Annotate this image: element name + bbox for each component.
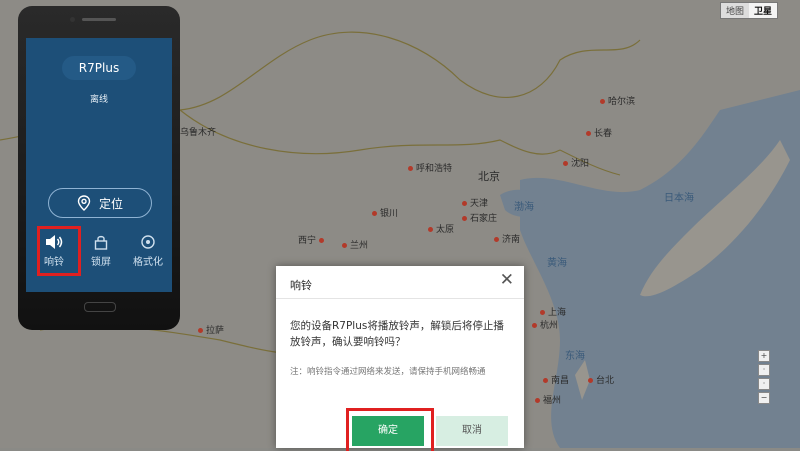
home-button bbox=[84, 302, 116, 312]
map-zoom-control[interactable]: + · · − bbox=[758, 350, 770, 406]
city-label: 拉萨 bbox=[198, 323, 224, 336]
city-label: 太原 bbox=[428, 222, 454, 235]
city-label: 哈尔滨 bbox=[600, 94, 635, 107]
dialog-divider bbox=[276, 298, 524, 299]
camera-icon bbox=[70, 17, 75, 22]
locate-label: 定位 bbox=[98, 196, 123, 211]
phone-frame: R7Plus 离线 定位 响铃 锁屏 格式化 bbox=[18, 6, 180, 330]
ring-highlight-box bbox=[37, 226, 81, 276]
city-label: 呼和浩特 bbox=[408, 161, 452, 174]
sea-label: 黄海 bbox=[547, 258, 567, 269]
city-label: 沈阳 bbox=[563, 156, 589, 169]
city-label: 长春 bbox=[586, 126, 612, 139]
map-type-map-button[interactable]: 地图 bbox=[721, 3, 749, 18]
map-type-satellite-button[interactable]: 卫星 bbox=[748, 3, 777, 18]
zoom-level[interactable]: · bbox=[758, 378, 770, 390]
sea-label: 渤海 bbox=[514, 202, 534, 213]
confirm-highlight-box bbox=[346, 408, 434, 451]
dialog-message: 您的设备R7Plus将播放铃声，解锁后将停止播放铃声，确认要响铃吗？ bbox=[290, 320, 504, 348]
format-action-button[interactable]: 格式化 bbox=[130, 234, 166, 268]
city-label: 银川 bbox=[372, 206, 398, 219]
city-label-capital: 北京 bbox=[478, 170, 500, 183]
city-label: 乌鲁木齐 bbox=[180, 128, 217, 138]
lock-action-button[interactable]: 锁屏 bbox=[83, 234, 119, 268]
city-label: 石家庄 bbox=[462, 211, 497, 224]
zoom-out-icon[interactable]: − bbox=[758, 392, 770, 404]
city-label: 兰州 bbox=[342, 238, 368, 251]
device-name: R7Plus bbox=[62, 56, 136, 80]
close-icon[interactable]: ✕ bbox=[500, 270, 514, 290]
location-pin-icon bbox=[77, 195, 91, 211]
sea-label: 日本海 bbox=[664, 193, 694, 204]
city-label: 台北 bbox=[588, 373, 614, 386]
city-label: 福州 bbox=[535, 393, 561, 406]
city-label: 西宁 bbox=[298, 233, 327, 246]
city-label: 南昌 bbox=[543, 373, 569, 386]
zoom-level[interactable]: · bbox=[758, 364, 770, 376]
earpiece bbox=[82, 18, 116, 21]
map-type-switch[interactable]: 地图 卫星 bbox=[719, 2, 778, 19]
format-icon bbox=[141, 235, 155, 249]
dialog-title: 响铃 bbox=[290, 279, 312, 292]
city-label: 天津 bbox=[462, 196, 488, 209]
lock-icon bbox=[94, 235, 108, 250]
sea-label: 东海 bbox=[565, 351, 585, 362]
city-label: 杭州 bbox=[532, 318, 558, 331]
cancel-button[interactable]: 取消 bbox=[436, 416, 508, 446]
city-label: 济南 bbox=[494, 232, 520, 245]
device-status: 离线 bbox=[89, 95, 108, 105]
locate-button[interactable]: 定位 bbox=[48, 188, 152, 218]
city-label: 上海 bbox=[540, 305, 566, 318]
zoom-in-icon[interactable]: + bbox=[758, 350, 770, 362]
format-action-label: 格式化 bbox=[133, 257, 163, 268]
lock-action-label: 锁屏 bbox=[91, 257, 111, 268]
dialog-note: 注：响铃指令通过网络来发送，请保持手机网络畅通 bbox=[290, 367, 486, 377]
